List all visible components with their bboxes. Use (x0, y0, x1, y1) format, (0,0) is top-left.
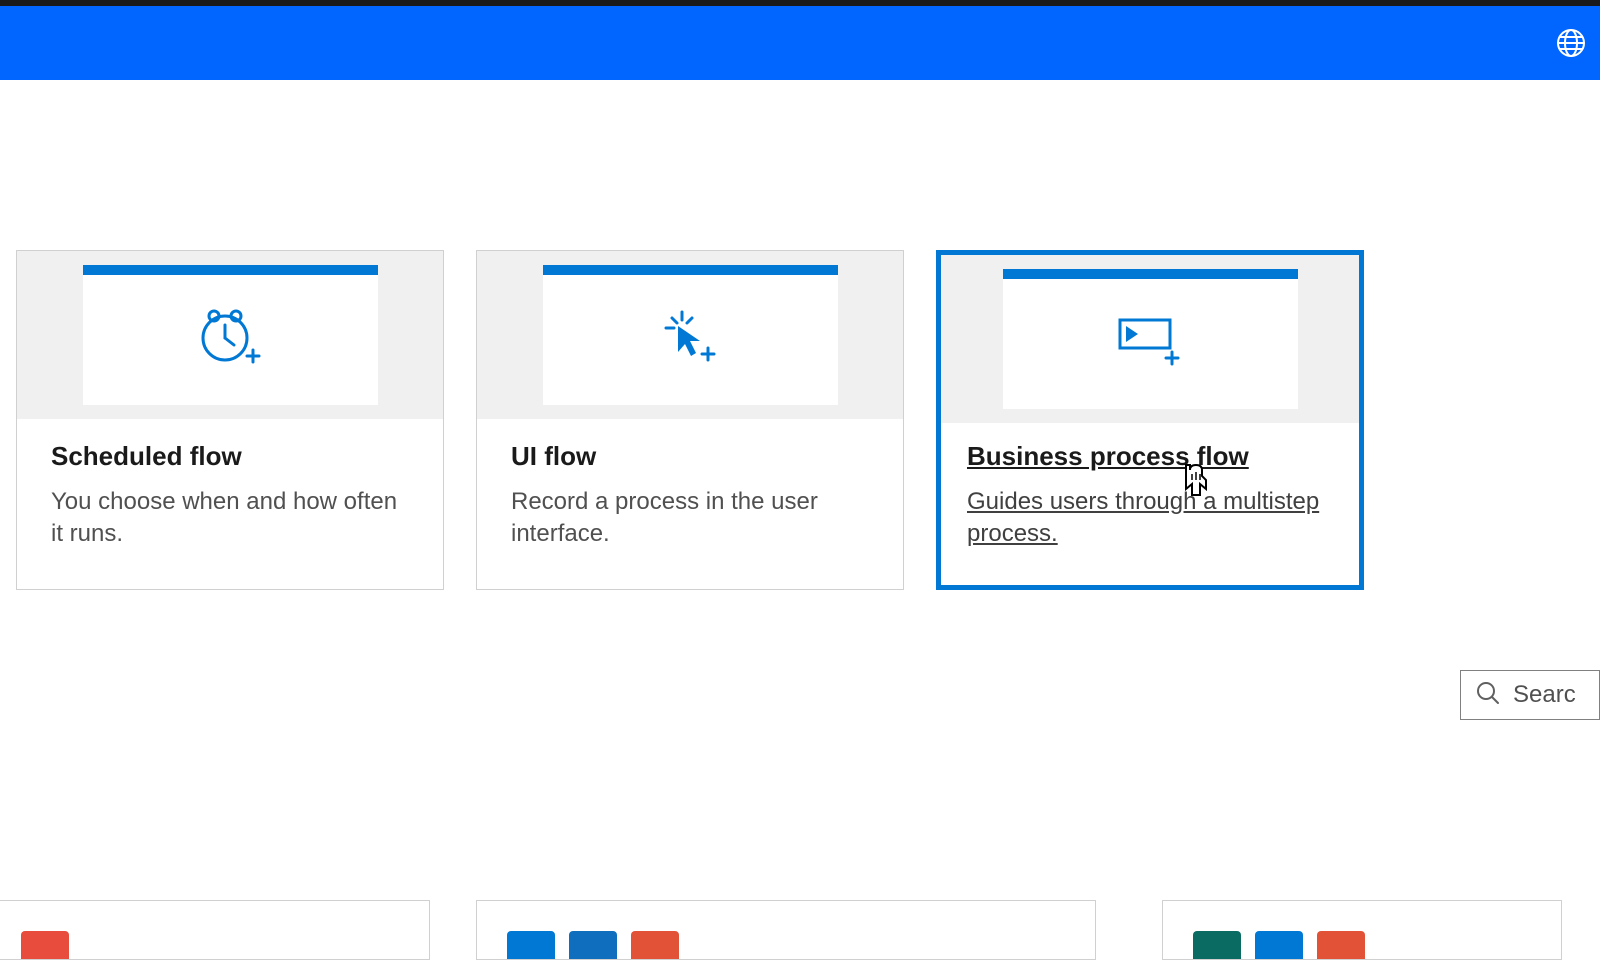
globe-icon[interactable] (1554, 26, 1588, 60)
tile-icon (21, 931, 69, 959)
card-description: Guides users through a multistep process… (967, 486, 1333, 551)
card-title: UI flow (511, 441, 869, 472)
ui-flow-card[interactable]: UI flow Record a process in the user int… (476, 250, 904, 590)
card-description: Record a process in the user interface. (511, 486, 869, 551)
card-title: Business process flow (967, 441, 1333, 472)
template-card[interactable] (1162, 900, 1562, 960)
preview-title-bar (1003, 269, 1298, 279)
preview-content (1003, 279, 1298, 409)
card-preview (477, 251, 903, 419)
business-process-flow-card[interactable]: Business process flow Guides users throu… (936, 250, 1364, 590)
header-bar (0, 6, 1600, 80)
preview-title-bar (543, 265, 838, 275)
template-card[interactable] (0, 900, 430, 960)
preview-content (543, 275, 838, 405)
tile-icon (1317, 931, 1365, 959)
preview-window (83, 265, 378, 405)
flow-type-cards: Scheduled flow You choose when and how o… (0, 80, 1600, 590)
card-preview (17, 251, 443, 419)
card-preview (941, 255, 1359, 423)
card-body: Business process flow Guides users throu… (941, 423, 1359, 585)
step-plus-icon (1114, 316, 1186, 373)
preview-window (543, 265, 838, 405)
tile-icon (1255, 931, 1303, 959)
card-title: Scheduled flow (51, 441, 409, 472)
preview-title-bar (83, 265, 378, 275)
preview-window (1003, 269, 1298, 409)
search-box[interactable] (1460, 670, 1600, 720)
card-body: UI flow Record a process in the user int… (477, 419, 903, 589)
cursor-plus-icon (660, 310, 720, 371)
tile-icon (569, 931, 617, 959)
card-body: Scheduled flow You choose when and how o… (17, 419, 443, 589)
clock-plus-icon (197, 308, 263, 373)
search-icon (1475, 680, 1501, 711)
template-card[interactable] (476, 900, 1096, 960)
tile-icon (1193, 931, 1241, 959)
card-description: You choose when and how often it runs. (51, 486, 409, 551)
tile-icon (631, 931, 679, 959)
tile-icon (507, 931, 555, 959)
preview-content (83, 275, 378, 405)
scheduled-flow-card[interactable]: Scheduled flow You choose when and how o… (16, 250, 444, 590)
search-input[interactable] (1513, 681, 1593, 709)
